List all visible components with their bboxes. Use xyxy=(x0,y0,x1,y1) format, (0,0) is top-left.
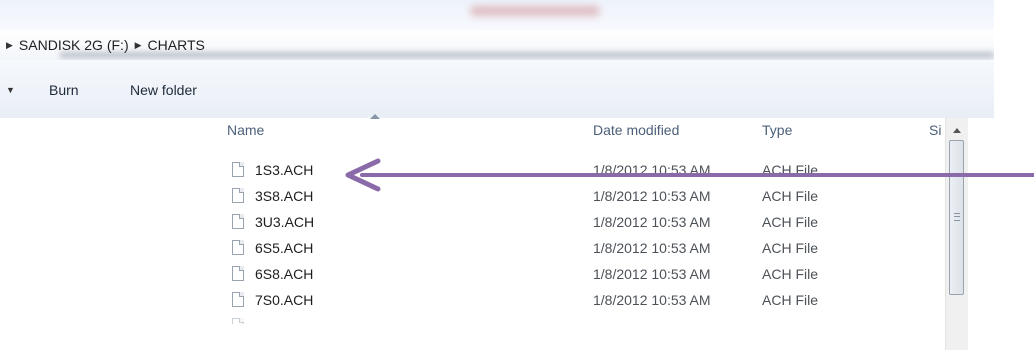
column-header-date-modified[interactable]: Date modified xyxy=(593,118,743,142)
file-type: ACH File xyxy=(762,188,819,204)
new-folder-button[interactable]: New folder xyxy=(130,82,197,98)
column-header-type-label: Type xyxy=(762,122,793,138)
file-icon xyxy=(232,188,244,203)
file-icon xyxy=(232,214,244,229)
file-icon xyxy=(232,266,244,281)
file-type: ACH File xyxy=(762,292,819,308)
chevron-right-icon[interactable]: ▶ xyxy=(135,40,142,51)
file-icon xyxy=(232,318,244,324)
sort-ascending-icon xyxy=(370,114,380,119)
file-name: 6S8.ACH xyxy=(255,266,314,282)
file-name: 3S8.ACH xyxy=(255,188,314,204)
file-type: ACH File xyxy=(762,266,819,282)
file-date: 1/8/2012 10:53 AM xyxy=(593,188,711,204)
file-row[interactable]: 3S8.ACH 1/8/2012 10:53 AM ACH File xyxy=(0,184,945,208)
column-header-name[interactable]: Name xyxy=(227,118,587,142)
file-name: 7S0.ACH xyxy=(255,292,314,308)
column-header-size[interactable]: Si xyxy=(929,118,945,142)
file-row[interactable]: 1S3.ACH 1/8/2012 10:53 AM ACH File xyxy=(0,158,945,182)
file-type: ACH File xyxy=(762,240,819,256)
file-row[interactable]: 3U3.ACH 1/8/2012 10:53 AM ACH File xyxy=(0,210,945,234)
file-type: ACH File xyxy=(762,162,819,178)
window-top-strip xyxy=(0,0,1034,30)
file-icon xyxy=(232,162,244,177)
file-name: 3U3.ACH xyxy=(255,214,315,230)
chevron-right-icon[interactable]: ▶ xyxy=(6,40,13,51)
file-list-pane: Name Date modified Type Si 1S3.ACH 1/8/2… xyxy=(0,114,994,350)
dropdown-arrow-icon[interactable]: ▼ xyxy=(6,85,15,95)
scroll-thumb[interactable] xyxy=(949,140,964,295)
breadcrumb[interactable]: ▶ SANDISK 2G (F:) ▶ CHARTS xyxy=(0,30,994,61)
command-toolbar: ▼ Burn New folder xyxy=(0,60,994,119)
file-date: 1/8/2012 10:53 AM xyxy=(593,266,711,282)
file-row[interactable]: 7S0.ACH 1/8/2012 10:53 AM ACH File xyxy=(0,288,945,312)
right-margin xyxy=(994,30,1034,350)
blurred-title xyxy=(470,6,600,16)
column-header-size-label: Si xyxy=(929,122,942,138)
top-right-blank xyxy=(994,0,1034,30)
file-name: 1S3.ACH xyxy=(255,162,314,178)
file-date: 1/8/2012 10:53 AM xyxy=(593,240,711,256)
file-name: 6S5.ACH xyxy=(255,240,314,256)
column-header-type[interactable]: Type xyxy=(762,118,912,142)
file-date: 1/8/2012 10:53 AM xyxy=(593,214,711,230)
column-header-date-label: Date modified xyxy=(593,122,680,138)
file-icon xyxy=(232,240,244,255)
breadcrumb-item-charts[interactable]: CHARTS xyxy=(148,37,205,53)
file-date: 1/8/2012 10:53 AM xyxy=(593,162,711,178)
file-row-partial[interactable] xyxy=(0,314,945,324)
burn-button[interactable]: Burn xyxy=(49,82,79,98)
vertical-scrollbar[interactable] xyxy=(945,118,968,350)
blurred-text-line xyxy=(60,52,994,58)
scroll-up-icon[interactable] xyxy=(949,122,964,138)
file-icon xyxy=(232,292,244,307)
file-date: 1/8/2012 10:53 AM xyxy=(593,292,711,308)
grip-icon xyxy=(954,213,960,221)
breadcrumb-item-drive[interactable]: SANDISK 2G (F:) xyxy=(19,37,129,53)
file-type: ACH File xyxy=(762,214,819,230)
column-header-name-label: Name xyxy=(227,122,265,138)
file-row[interactable]: 6S5.ACH 1/8/2012 10:53 AM ACH File xyxy=(0,236,945,260)
file-row[interactable]: 6S8.ACH 1/8/2012 10:53 AM ACH File xyxy=(0,262,945,286)
